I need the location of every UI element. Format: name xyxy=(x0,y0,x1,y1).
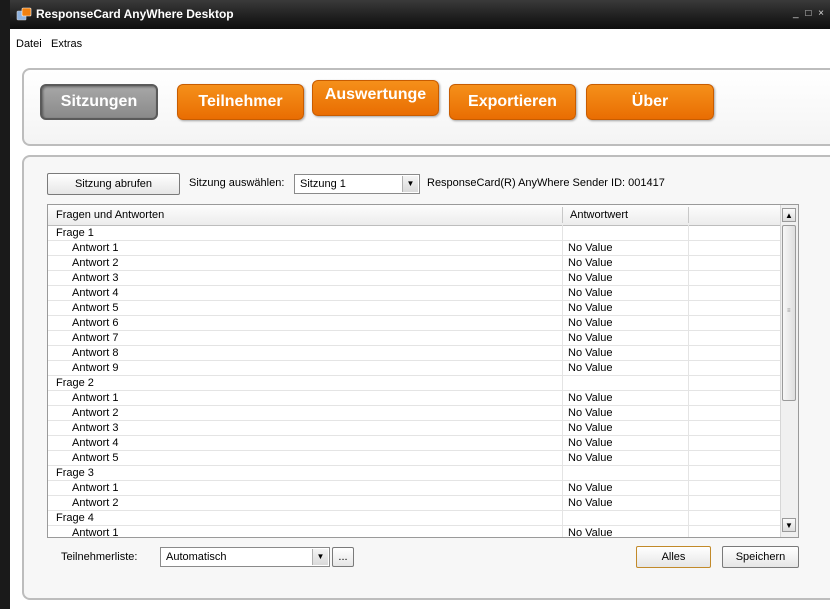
answer-value: No Value xyxy=(568,362,613,374)
window-left-border xyxy=(0,0,10,609)
chevron-down-icon[interactable]: ▼ xyxy=(312,549,328,565)
column-header-value[interactable]: Antwortwert xyxy=(570,209,628,221)
menu-extras[interactable]: Extras xyxy=(51,38,82,50)
answer-value: No Value xyxy=(568,302,613,314)
answer-value: No Value xyxy=(568,482,613,494)
all-button[interactable]: Alles xyxy=(636,546,711,568)
question-label: Frage 3 xyxy=(56,467,94,479)
scroll-down-icon[interactable]: ▼ xyxy=(782,518,796,532)
question-label: Frage 1 xyxy=(56,227,94,239)
answer-row[interactable]: Antwort 2 No Value xyxy=(48,406,781,421)
menu-bar: Datei Extras xyxy=(10,29,830,59)
question-row[interactable]: Frage 1 xyxy=(48,226,781,241)
answer-label: Antwort 4 xyxy=(72,287,119,299)
answer-row[interactable]: Antwort 1 No Value xyxy=(48,241,781,256)
column-line xyxy=(562,225,563,537)
window-title: ResponseCard AnyWhere Desktop xyxy=(36,7,234,21)
answer-row[interactable]: Antwort 1 No Value xyxy=(48,481,781,496)
questions-table: Fragen und Antworten Antwortwert Frage 1… xyxy=(47,204,799,538)
column-divider[interactable] xyxy=(688,207,689,223)
navigation-panel: Sitzungen Teilnehmer Auswertunge Exporti… xyxy=(22,68,830,146)
question-row[interactable]: Frage 3 xyxy=(48,466,781,481)
question-label: Frage 4 xyxy=(56,512,94,524)
answer-value: No Value xyxy=(568,452,613,464)
answer-value: No Value xyxy=(568,347,613,359)
answer-row[interactable]: Antwort 7 No Value xyxy=(48,331,781,346)
answer-row[interactable]: Antwort 4 No Value xyxy=(48,436,781,451)
chevron-down-icon[interactable]: ▼ xyxy=(402,176,418,192)
answer-label: Antwort 8 xyxy=(72,347,119,359)
answer-label: Antwort 5 xyxy=(72,302,119,314)
save-button[interactable]: Speichern xyxy=(722,546,799,568)
answer-value: No Value xyxy=(568,422,613,434)
answer-row[interactable]: Antwort 1 No Value xyxy=(48,526,781,538)
column-line xyxy=(688,225,689,537)
answer-row[interactable]: Antwort 4 No Value xyxy=(48,286,781,301)
answer-label: Antwort 7 xyxy=(72,332,119,344)
question-row[interactable]: Frage 2 xyxy=(48,376,781,391)
participants-select-value: Automatisch xyxy=(166,551,227,563)
answer-row[interactable]: Antwort 5 No Value xyxy=(48,301,781,316)
answer-row[interactable]: Antwort 9 No Value xyxy=(48,361,781,376)
tab-ueber[interactable]: Über xyxy=(586,84,714,120)
browse-button[interactable]: ... xyxy=(332,547,354,567)
answer-row[interactable]: Antwort 2 No Value xyxy=(48,256,781,271)
answer-label: Antwort 1 xyxy=(72,392,119,404)
vertical-scrollbar[interactable]: ▲ ≡ ▼ xyxy=(780,205,798,537)
answer-value: No Value xyxy=(568,317,613,329)
answer-label: Antwort 1 xyxy=(72,482,119,494)
answer-label: Antwort 1 xyxy=(72,242,119,254)
answer-value: No Value xyxy=(568,287,613,299)
tab-exportieren[interactable]: Exportieren xyxy=(449,84,576,120)
participants-label: Teilnehmerliste: xyxy=(61,551,138,563)
answer-value: No Value xyxy=(568,497,613,509)
answer-label: Antwort 2 xyxy=(72,407,119,419)
answer-label: Antwort 5 xyxy=(72,452,119,464)
answer-label: Antwort 9 xyxy=(72,362,119,374)
session-select-label: Sitzung auswählen: xyxy=(189,177,285,189)
tab-teilnehmer[interactable]: Teilnehmer xyxy=(177,84,304,120)
answer-value: No Value xyxy=(568,437,613,449)
answer-value: No Value xyxy=(568,332,613,344)
answer-label: Antwort 2 xyxy=(72,497,119,509)
answer-label: Antwort 6 xyxy=(72,317,119,329)
answer-row[interactable]: Antwort 5 No Value xyxy=(48,451,781,466)
answer-row[interactable]: Antwort 1 No Value xyxy=(48,391,781,406)
answer-row[interactable]: Antwort 3 No Value xyxy=(48,421,781,436)
title-bar: ResponseCard AnyWhere Desktop _ □ × xyxy=(10,0,830,29)
answer-row[interactable]: Antwort 8 No Value xyxy=(48,346,781,361)
scroll-up-icon[interactable]: ▲ xyxy=(782,208,796,222)
answer-value: No Value xyxy=(568,257,613,269)
fetch-session-button[interactable]: Sitzung abrufen xyxy=(47,173,180,195)
tab-sitzungen[interactable]: Sitzungen xyxy=(40,84,158,120)
participants-select[interactable]: Automatisch ▼ xyxy=(160,547,330,567)
table-header: Fragen und Antworten Antwortwert xyxy=(48,205,781,226)
answer-value: No Value xyxy=(568,392,613,404)
answer-row[interactable]: Antwort 6 No Value xyxy=(48,316,781,331)
answer-row[interactable]: Antwort 2 No Value xyxy=(48,496,781,511)
answer-value: No Value xyxy=(568,527,613,538)
tab-auswertungen[interactable]: Auswertunge xyxy=(312,80,439,116)
answer-label: Antwort 3 xyxy=(72,272,119,284)
app-icon xyxy=(16,7,32,21)
sender-id-text: ResponseCard(R) AnyWhere Sender ID: 0014… xyxy=(427,177,665,189)
column-divider[interactable] xyxy=(562,207,563,223)
answer-value: No Value xyxy=(568,242,613,254)
answer-value: No Value xyxy=(568,407,613,419)
session-select-value: Sitzung 1 xyxy=(300,178,346,190)
answer-label: Antwort 1 xyxy=(72,527,119,538)
window-controls[interactable]: _ □ × xyxy=(793,8,826,19)
question-label: Frage 2 xyxy=(56,377,94,389)
scroll-thumb[interactable]: ≡ xyxy=(782,225,796,401)
column-header-questions[interactable]: Fragen und Antworten xyxy=(56,209,164,221)
answer-label: Antwort 2 xyxy=(72,257,119,269)
answer-label: Antwort 3 xyxy=(72,422,119,434)
session-select[interactable]: Sitzung 1 ▼ xyxy=(294,174,420,194)
menu-datei[interactable]: Datei xyxy=(16,38,42,50)
answer-label: Antwort 4 xyxy=(72,437,119,449)
answer-row[interactable]: Antwort 3 No Value xyxy=(48,271,781,286)
question-row[interactable]: Frage 4 xyxy=(48,511,781,526)
answer-value: No Value xyxy=(568,272,613,284)
